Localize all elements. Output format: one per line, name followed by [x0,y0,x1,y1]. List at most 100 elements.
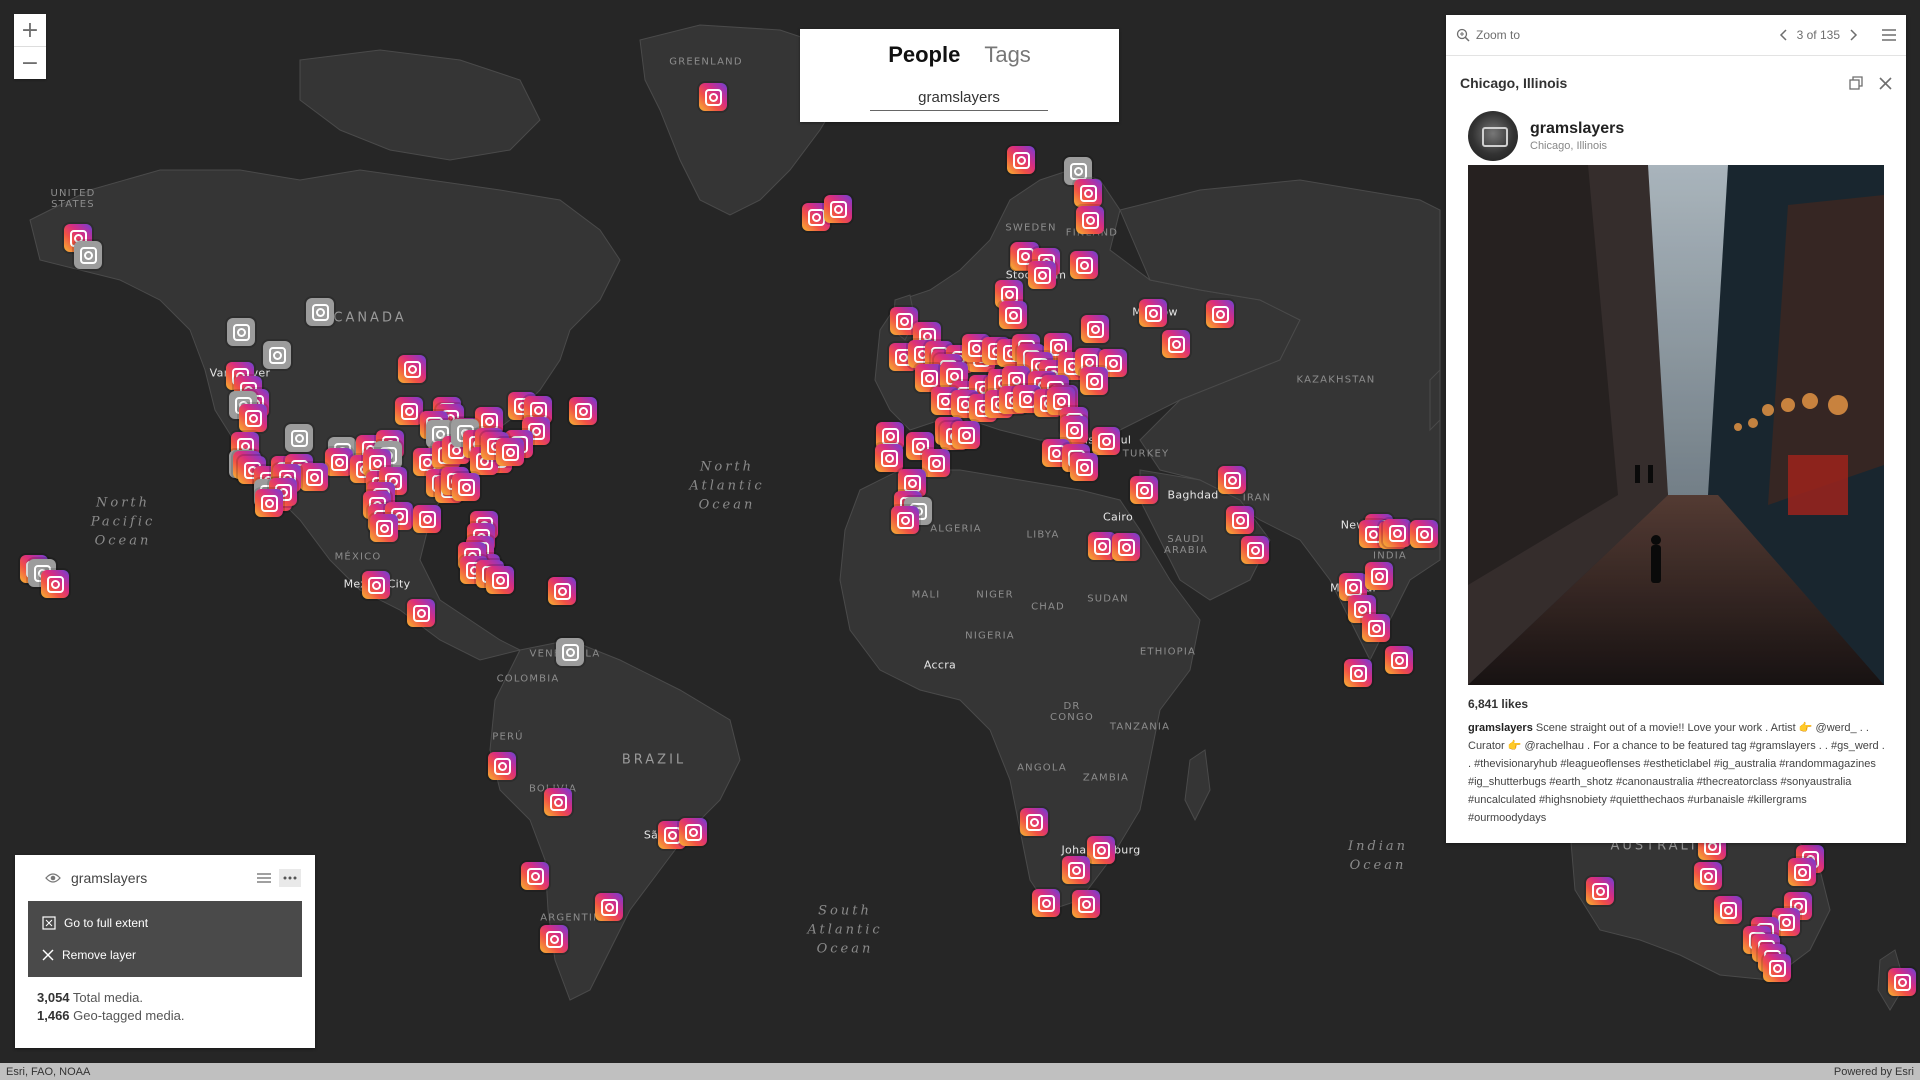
instagram-marker-icon[interactable] [595,893,623,921]
search-input[interactable] [870,87,1048,111]
instagram-marker-icon[interactable] [1385,646,1413,674]
instagram-marker-icon[interactable] [1763,954,1791,982]
instagram-marker-icon[interactable] [1032,889,1060,917]
instagram-marker-icon[interactable] [699,83,727,111]
instagram-marker-icon[interactable] [300,463,328,491]
layer-options-icon[interactable] [279,869,301,887]
instagram-marker-icon[interactable] [398,355,426,383]
author-name[interactable]: gramslayers [1530,120,1624,138]
tab-tags[interactable]: Tags [984,42,1030,68]
instagram-marker-icon[interactable] [413,505,441,533]
zoom-to-label: Zoom to [1476,28,1521,42]
remove-layer-button[interactable]: Remove layer [28,939,302,971]
instagram-marker-icon[interactable] [1383,519,1411,547]
instagram-marker-icon[interactable] [1365,562,1393,590]
instagram-marker-icon[interactable] [1888,968,1916,996]
instagram-marker-icon[interactable] [486,566,514,594]
instagram-marker-icon[interactable] [488,752,516,780]
instagram-marker-icon[interactable] [952,421,980,449]
instagram-marker-icon[interactable] [1112,533,1140,561]
instagram-marker-icon[interactable] [1130,476,1158,504]
zoom-to-button[interactable]: Zoom to [1456,28,1779,42]
instagram-marker-icon[interactable] [370,514,398,542]
instagram-marker-icon[interactable] [496,438,524,466]
instagram-marker-icon[interactable] [452,473,480,501]
instagram-marker-icon[interactable] [1070,453,1098,481]
instagram-marker-icon[interactable] [1788,858,1816,886]
instagram-marker-icon[interactable] [255,489,283,517]
instagram-marker-icon[interactable] [569,397,597,425]
instagram-marker-icon[interactable] [1344,659,1372,687]
instagram-marker-icon[interactable] [1020,808,1048,836]
geo-media-label: Geo-tagged media. [69,1008,185,1023]
instagram-marker-icon[interactable] [1362,614,1390,642]
map-label-country: SUDAN [1087,593,1129,605]
instagram-marker-icon[interactable] [1714,896,1742,924]
instagram-marker-icon[interactable] [325,448,353,476]
dock-icon[interactable] [1849,76,1863,90]
next-feature-icon[interactable] [1850,29,1858,41]
instagram-marker-icon[interactable] [395,397,423,425]
previous-feature-icon[interactable] [1779,29,1787,41]
instagram-marker-icon[interactable] [679,818,707,846]
instagram-marker-icon[interactable] [1074,179,1102,207]
visibility-eye-icon[interactable] [45,872,61,884]
instagram-marker-icon[interactable] [1410,520,1438,548]
instagram-marker-icon[interactable] [875,444,903,472]
layer-list-panel: gramslayers Go to full extent Remove lay… [15,855,315,1048]
instagram-marker-icon[interactable] [1062,856,1090,884]
popup-title: Chicago, Illinois [1460,75,1568,91]
instagram-marker-icon[interactable] [1139,299,1167,327]
zoom-out-button[interactable]: − [14,46,46,79]
instagram-marker-icon[interactable] [407,599,435,627]
attribution-powered-by[interactable]: Powered by Esri [1834,1066,1914,1078]
instagram-marker-icon[interactable] [1586,877,1614,905]
instagram-marker-icon[interactable] [1226,506,1254,534]
media-marker-icon-selected[interactable] [556,638,584,666]
zoom-in-button[interactable]: + [14,14,46,46]
instagram-marker-icon[interactable] [362,571,390,599]
feature-list-icon[interactable] [1882,29,1896,41]
instagram-marker-icon[interactable] [548,577,576,605]
avatar[interactable] [1468,111,1518,161]
legend-toggle-icon[interactable] [253,869,275,887]
instagram-marker-icon[interactable] [1087,836,1115,864]
tab-bar: People Tags [800,29,1119,68]
zoom-magnifier-icon [1456,28,1470,42]
instagram-marker-icon[interactable] [544,788,572,816]
instagram-marker-icon[interactable] [1162,330,1190,358]
media-marker-icon-selected[interactable] [227,318,255,346]
close-icon[interactable] [1879,76,1892,90]
instagram-marker-icon[interactable] [1081,315,1109,343]
instagram-marker-icon[interactable] [521,862,549,890]
media-marker-icon-selected[interactable] [74,241,102,269]
map-label-country: KAZAKHSTAN [1296,374,1376,386]
media-marker-icon-selected[interactable] [285,424,313,452]
instagram-marker-icon[interactable] [41,570,69,598]
instagram-marker-icon[interactable] [1694,862,1722,890]
media-marker-icon-selected[interactable] [263,341,291,369]
instagram-marker-icon[interactable] [891,506,919,534]
instagram-marker-icon[interactable] [1072,890,1100,918]
instagram-marker-icon[interactable] [1218,466,1246,494]
media-marker-icon-selected[interactable] [306,298,334,326]
instagram-marker-icon[interactable] [1070,251,1098,279]
instagram-marker-icon[interactable] [239,404,267,432]
instagram-marker-icon[interactable] [1241,536,1269,564]
caption-author[interactable]: gramslayers [1468,722,1533,734]
instagram-marker-icon[interactable] [1206,300,1234,328]
instagram-marker-icon[interactable] [1080,367,1108,395]
instagram-marker-icon[interactable] [540,925,568,953]
instagram-marker-icon[interactable] [999,301,1027,329]
instagram-marker-icon[interactable] [1028,261,1056,289]
instagram-marker-icon[interactable] [1076,206,1104,234]
author-location: Chicago, Illinois [1530,140,1608,152]
map-label-country: TANZANIA [1109,721,1171,733]
instagram-marker-icon[interactable] [824,195,852,223]
go-to-full-extent-button[interactable]: Go to full extent [28,907,302,939]
instagram-marker-icon[interactable] [922,449,950,477]
instagram-marker-icon[interactable] [1007,146,1035,174]
instagram-marker-icon[interactable] [1092,427,1120,455]
post-photo[interactable] [1468,165,1884,685]
tab-people[interactable]: People [888,42,960,68]
